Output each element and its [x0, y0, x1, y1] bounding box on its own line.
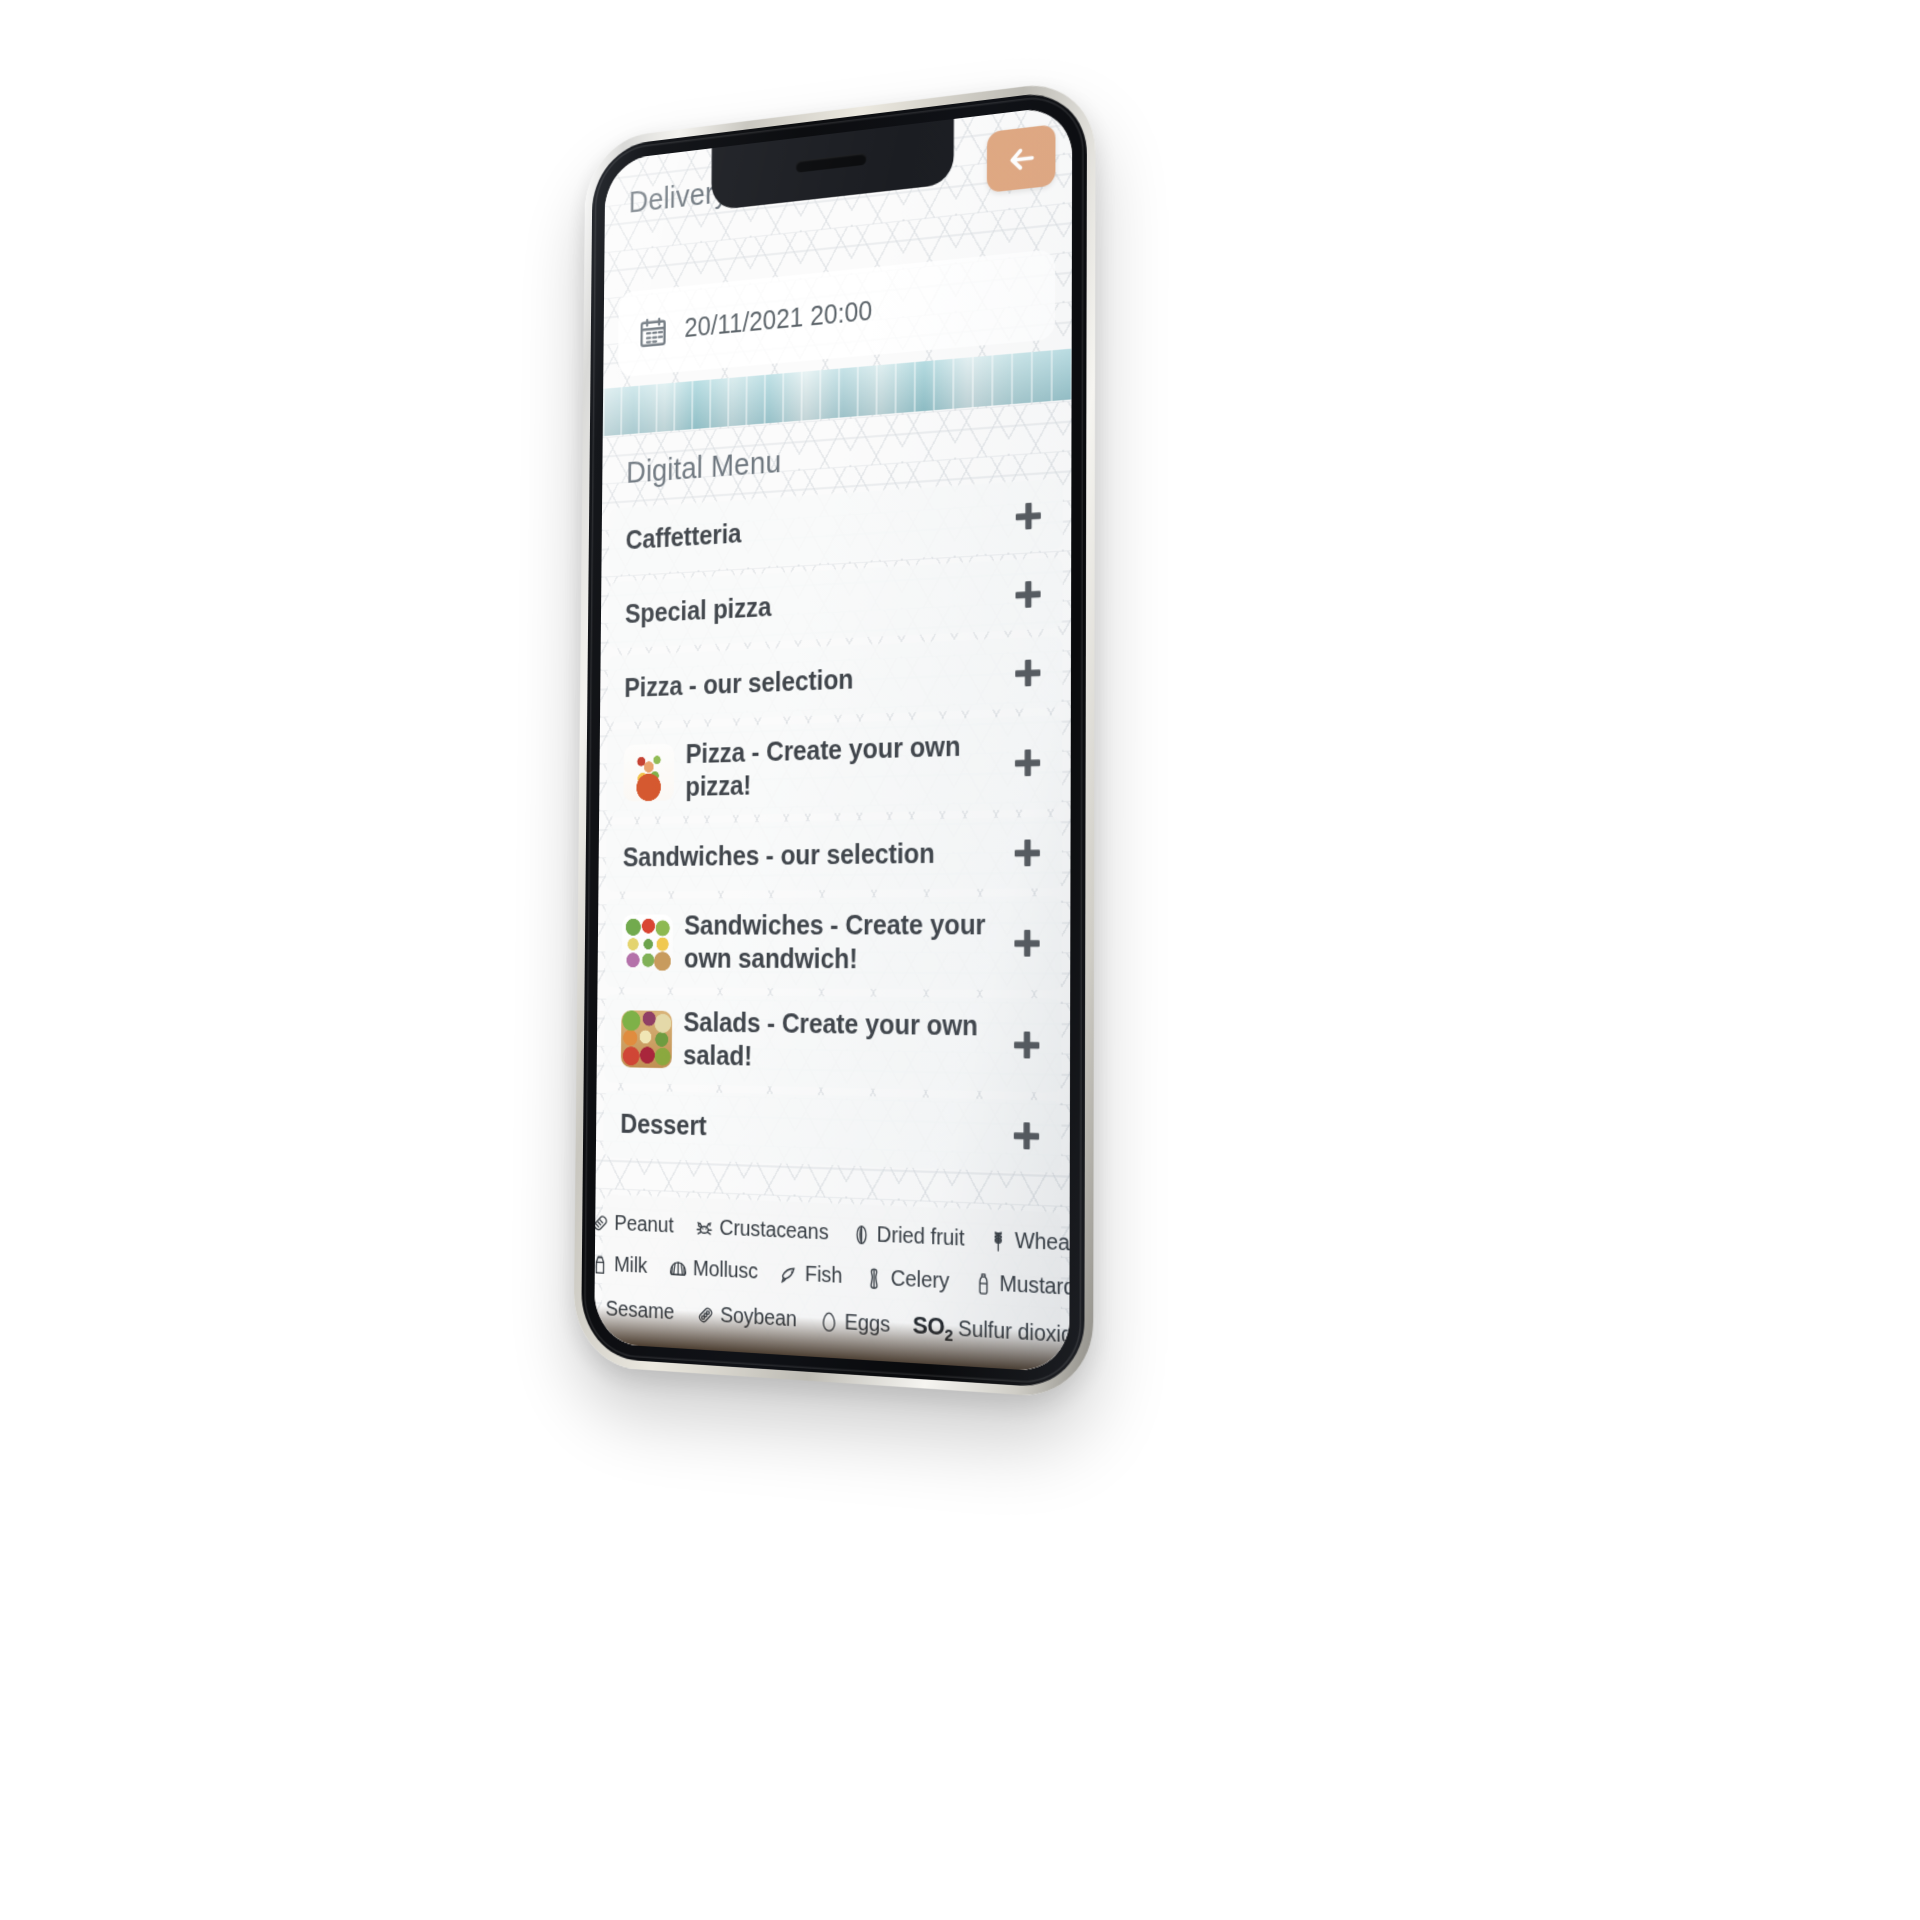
menu-list: Caffetteria Special pizza Pizza - our se… [596, 478, 1072, 1201]
allergen-label: Celery [890, 1266, 950, 1294]
mockup-stage: Delivery 20/11/2021 20:00 Digital Menu C… [0, 0, 1920, 1920]
menu-item-label: Special pizza [624, 591, 772, 629]
milk-carton-icon [594, 1252, 610, 1277]
delivery-datetime-value: 20/11/2021 20:00 [684, 295, 873, 343]
allergen-sulfur-dioxide: SO2 Sulfur dioxide [913, 1310, 1073, 1353]
calendar-icon [639, 314, 668, 349]
plus-icon[interactable] [1011, 836, 1043, 870]
allergen-milk: Milk [594, 1252, 647, 1279]
allergen-mustard: Mustard [972, 1270, 1072, 1301]
salad-thumbnail [620, 1010, 673, 1069]
allergen-celery: Celery [864, 1265, 949, 1295]
pizza-thumbnail [623, 743, 675, 802]
crab-icon [694, 1215, 714, 1241]
allergen-row: Milk Mollusc Fish Celery Mustard [610, 1252, 1072, 1300]
so2-text-icon: SO2 [913, 1310, 953, 1345]
fish-icon [779, 1261, 800, 1287]
earpiece-speaker [795, 152, 866, 173]
menu-item-sandwiches-our-selection[interactable]: Sandwiches - our selection [605, 816, 1063, 892]
menu-item-label: Sandwiches - our selection [622, 838, 935, 873]
allergen-label: Milk [614, 1252, 648, 1278]
allergen-wheat: Wheat [987, 1227, 1072, 1257]
arrow-left-icon [1007, 142, 1035, 175]
peanut-icon [594, 1210, 610, 1235]
plus-icon[interactable] [1011, 1028, 1043, 1062]
plus-icon[interactable] [1012, 746, 1044, 780]
plus-icon[interactable] [1013, 499, 1044, 534]
menu-item-label: Caffetteria [625, 518, 742, 556]
phone-mockup: Delivery 20/11/2021 20:00 Digital Menu C… [573, 77, 1096, 1400]
shell-icon [668, 1255, 688, 1281]
allergen-mollusc: Mollusc [668, 1255, 758, 1284]
plus-icon[interactable] [1012, 577, 1044, 612]
menu-item-label: Pizza - our selection [624, 664, 854, 703]
celery-icon [864, 1265, 885, 1291]
allergen-label: Mustard [999, 1271, 1073, 1301]
menu-item-create-your-own-pizza[interactable]: Pizza - Create your own pizza! [606, 715, 1063, 818]
allergen-label: Wheat [1014, 1228, 1073, 1256]
plus-icon[interactable] [1012, 656, 1044, 690]
allergen-label: Dried fruit [876, 1222, 965, 1251]
sandwich-thumbnail [621, 914, 673, 972]
allergen-label: Mollusc [692, 1256, 758, 1284]
allergen-dried-fruit: Dried fruit [850, 1221, 965, 1251]
plus-icon[interactable] [1011, 926, 1043, 960]
allergen-row: Peanut Crustaceans Dried fruit Wheat [610, 1211, 1072, 1256]
allergen-label: Eggs [844, 1310, 890, 1338]
mustard-bottle-icon [972, 1270, 994, 1297]
allergen-label: Crustaceans [719, 1215, 829, 1245]
plus-icon[interactable] [1011, 1119, 1043, 1154]
allergen-label: Sulfur dioxide [958, 1317, 1072, 1350]
menu-item-label: Dessert [620, 1108, 707, 1142]
allergen-label: Peanut [614, 1211, 674, 1238]
allergen-peanut: Peanut [594, 1210, 674, 1238]
menu-item-pizza-our-selection[interactable]: Pizza - our selection [607, 636, 1063, 723]
